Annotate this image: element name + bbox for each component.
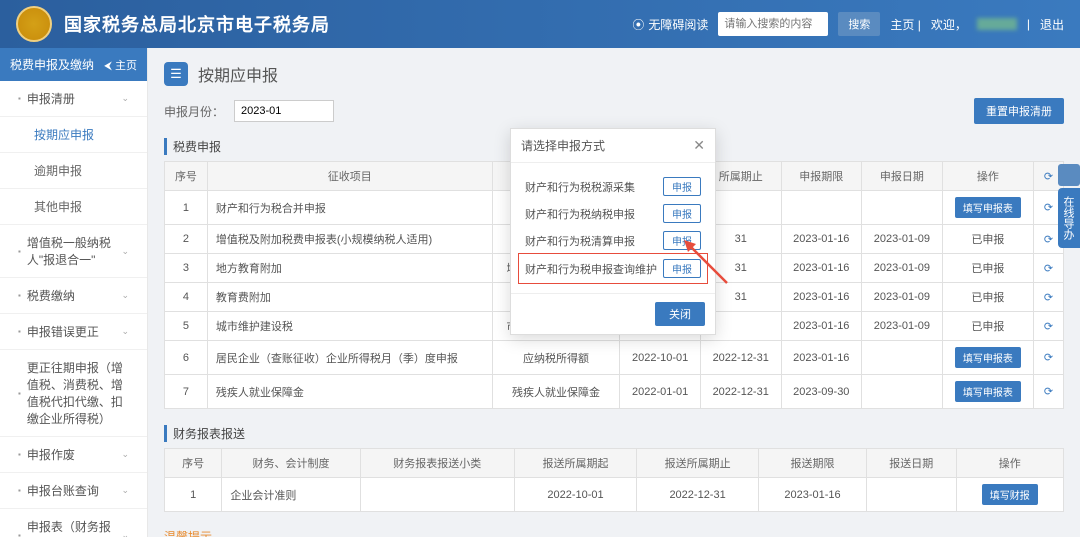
- option-declare-button[interactable]: 申报: [663, 177, 701, 196]
- modal-option: 财产和行为税申报查询维护申报: [521, 256, 705, 281]
- option-declare-button[interactable]: 申报: [663, 231, 701, 250]
- close-icon[interactable]: ✕: [693, 137, 705, 154]
- modal-option: 财产和行为税税源采集申报: [525, 173, 701, 200]
- side-avatar-icon[interactable]: [1058, 164, 1080, 186]
- modal-dialog: 请选择申报方式 ✕ 财产和行为税税源采集申报财产和行为税纳税申报申报财产和行为税…: [510, 128, 716, 335]
- side-float-button[interactable]: 在线导办: [1058, 188, 1080, 248]
- modal-title: 请选择申报方式: [521, 137, 605, 154]
- option-declare-button[interactable]: 申报: [663, 259, 701, 278]
- modal-option: 财产和行为税清算申报申报: [525, 227, 701, 254]
- option-declare-button[interactable]: 申报: [663, 204, 701, 223]
- modal-close-button[interactable]: 关闭: [655, 302, 705, 326]
- modal-option: 财产和行为税纳税申报申报: [525, 200, 701, 227]
